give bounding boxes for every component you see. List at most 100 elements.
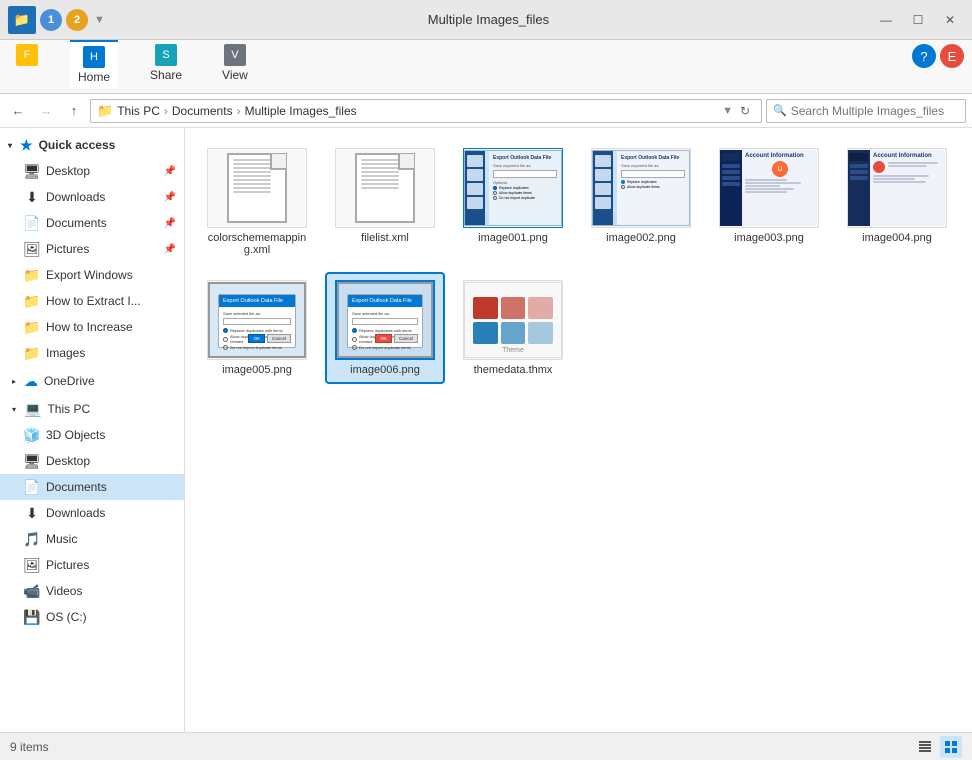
- pictures-qa-icon: 🖼: [24, 241, 40, 257]
- help-button[interactable]: ?: [912, 44, 936, 68]
- file-item-colorscheme[interactable]: colorschememapping.xml: [197, 140, 317, 264]
- sidebar-item-downloads-pc[interactable]: ⬇ Downloads: [0, 500, 184, 526]
- sidebar-item-export-qa[interactable]: 📁 Export Windows: [0, 262, 184, 288]
- search-box[interactable]: 🔍: [766, 99, 966, 123]
- pin-icon-dl: 📌: [164, 192, 176, 203]
- search-icon: 🔍: [773, 104, 787, 117]
- file-content-area: colorschememapping.xml filelist.xml: [185, 128, 972, 732]
- folder-images-icon: 📁: [24, 345, 40, 361]
- large-icons-view-button[interactable]: [940, 736, 962, 758]
- quick-access-star-icon: ★: [20, 137, 33, 154]
- search-input[interactable]: [791, 104, 959, 118]
- ribbon-tab-home[interactable]: H Home: [70, 40, 118, 88]
- quick-access-section: ▾ ★ Quick access 🖥 Desktop 📌 ⬇ Downloads…: [0, 132, 184, 366]
- details-view-button[interactable]: [914, 736, 936, 758]
- file-thumbnail-colorscheme: [207, 148, 307, 228]
- downloads-icon: ⬇: [24, 189, 40, 205]
- sidebar-item-thispc[interactable]: ▾ 💻 This PC: [0, 396, 184, 422]
- sidebar-item-videos-pc-label: Videos: [46, 584, 82, 598]
- refresh-button[interactable]: ↻: [735, 101, 755, 121]
- addr-this[interactable]: This PC: [117, 104, 160, 118]
- sidebar-item-videos-pc[interactable]: 📹 Videos: [0, 578, 184, 604]
- main-layout: ▾ ★ Quick access 🖥 Desktop 📌 ⬇ Downloads…: [0, 128, 972, 732]
- onedrive-cloud-icon: ☁: [24, 373, 38, 390]
- file-item-image006[interactable]: Export Outlook Data File Save selected f…: [325, 272, 445, 384]
- close-button[interactable]: ✕: [936, 10, 964, 30]
- sidebar-item-music-pc[interactable]: 🎵 Music: [0, 526, 184, 552]
- minimize-button[interactable]: —: [872, 10, 900, 30]
- file-item-image003[interactable]: Account Information U image003.png: [709, 140, 829, 264]
- ribbon-tab-file[interactable]: F: [8, 40, 46, 72]
- file-name-image001: image001.png: [478, 232, 548, 244]
- status-bar: 9 items: [0, 732, 972, 760]
- 3dobjects-icon: 🧊: [24, 427, 40, 443]
- file-thumbnail-themedata: Theme: [463, 280, 563, 360]
- pin-icon-doc: 📌: [164, 218, 176, 229]
- back-button[interactable]: ←: [6, 99, 30, 123]
- sidebar-item-pictures-qa[interactable]: 🖼 Pictures 📌: [0, 236, 184, 262]
- sidebar-item-3dobjects[interactable]: 🧊 3D Objects: [0, 422, 184, 448]
- sidebar-item-music-pc-label: Music: [46, 532, 77, 546]
- large-icons-view-icon: [944, 740, 958, 754]
- text-file-icon-filelist: [355, 153, 415, 223]
- tab2-icon[interactable]: 2: [66, 9, 88, 31]
- downloads-pc-icon: ⬇: [24, 505, 40, 521]
- quick-access-label: Quick access: [39, 138, 116, 152]
- sidebar-item-desktop-pc-label: Desktop: [46, 454, 90, 468]
- sidebar-item-images-qa-label: Images: [46, 346, 85, 360]
- address-bar[interactable]: 📁 This PC › Documents › Multiple Images_…: [90, 99, 762, 123]
- file-name-image006: image006.png: [350, 364, 420, 376]
- thispc-expand-icon: ▾: [12, 405, 16, 414]
- sidebar-item-downloads-pc-label: Downloads: [46, 506, 105, 520]
- share-tab-label: Share: [150, 68, 182, 82]
- file-item-image004[interactable]: Account Information ima: [837, 140, 957, 264]
- maximize-button[interactable]: ☐: [904, 10, 932, 30]
- acc-thumb-image004: Account Information: [848, 150, 946, 226]
- view-tab-icon: V: [224, 44, 246, 66]
- toolbar: ← → ↑ 📁 This PC › Documents › Multiple I…: [0, 94, 972, 128]
- sidebar-item-extract-qa[interactable]: 📁 How to Extract I...: [0, 288, 184, 314]
- file-thumbnail-image006: Export Outlook Data File Save selected f…: [335, 280, 435, 360]
- music-pc-icon: 🎵: [24, 531, 40, 547]
- sidebar-item-downloads-qa[interactable]: ⬇ Downloads 📌: [0, 184, 184, 210]
- address-folder-icon: 📁: [97, 103, 113, 119]
- quick-access-header[interactable]: ▾ ★ Quick access: [0, 132, 184, 158]
- file-item-filelist[interactable]: filelist.xml: [325, 140, 445, 264]
- sidebar-item-osc-pc[interactable]: 💾 OS (C:): [0, 604, 184, 630]
- sidebar-item-pictures-pc-label: Pictures: [46, 558, 89, 572]
- tab1-icon[interactable]: 1: [40, 9, 62, 31]
- addr-documents[interactable]: Documents: [172, 104, 233, 118]
- addr-current[interactable]: Multiple Images_files: [245, 104, 357, 118]
- sidebar-item-desktop-pc[interactable]: 🖥 Desktop: [0, 448, 184, 474]
- sidebar-item-desktop-qa[interactable]: 🖥 Desktop 📌: [0, 158, 184, 184]
- pictures-pc-icon: 🖼: [24, 557, 40, 573]
- sidebar-item-onedrive[interactable]: ▸ ☁ OneDrive: [0, 368, 184, 394]
- sidebar-item-documents-qa[interactable]: 📄 Documents 📌: [0, 210, 184, 236]
- file-thumbnail-image004: Account Information: [847, 148, 947, 228]
- onedrive-section: ▸ ☁ OneDrive: [0, 368, 184, 394]
- sidebar-item-pictures-pc[interactable]: 🖼 Pictures: [0, 552, 184, 578]
- thmx-thumb-themedata: Theme: [464, 282, 562, 358]
- file-name-colorscheme: colorschememapping.xml: [205, 232, 309, 256]
- file-name-filelist: filelist.xml: [361, 232, 409, 244]
- file-item-image002[interactable]: Export Outlook Data File Save exported f…: [581, 140, 701, 264]
- item-count: 9 items: [10, 740, 49, 754]
- forward-button[interactable]: →: [34, 99, 58, 123]
- sidebar-item-images-qa[interactable]: 📁 Images: [0, 340, 184, 366]
- sidebar: ▾ ★ Quick access 🖥 Desktop 📌 ⬇ Downloads…: [0, 128, 185, 732]
- sidebar-item-documents-pc[interactable]: 📄 Documents: [0, 474, 184, 500]
- view-controls: [914, 736, 962, 758]
- ppt-thumb-image001: Export Outlook Data File Save exported f…: [464, 150, 562, 226]
- home-tab-icon: H: [83, 46, 105, 68]
- file-item-image001[interactable]: Export Outlook Data File Save exported f…: [453, 140, 573, 264]
- file-item-image005[interactable]: Export Outlook Data File Save selected f…: [197, 272, 317, 384]
- file-item-themedata[interactable]: Theme themedata.thmx: [453, 272, 573, 384]
- ribbon-tab-share[interactable]: S Share: [142, 40, 190, 86]
- user-button[interactable]: E: [940, 44, 964, 68]
- up-button[interactable]: ↑: [62, 99, 86, 123]
- ribbon-tab-view[interactable]: V View: [214, 40, 256, 86]
- file-thumbnail-image003: Account Information U: [719, 148, 819, 228]
- folder-extract-icon: 📁: [24, 293, 40, 309]
- sidebar-item-increase-qa[interactable]: 📁 How to Increase: [0, 314, 184, 340]
- file-thumbnail-filelist: [335, 148, 435, 228]
